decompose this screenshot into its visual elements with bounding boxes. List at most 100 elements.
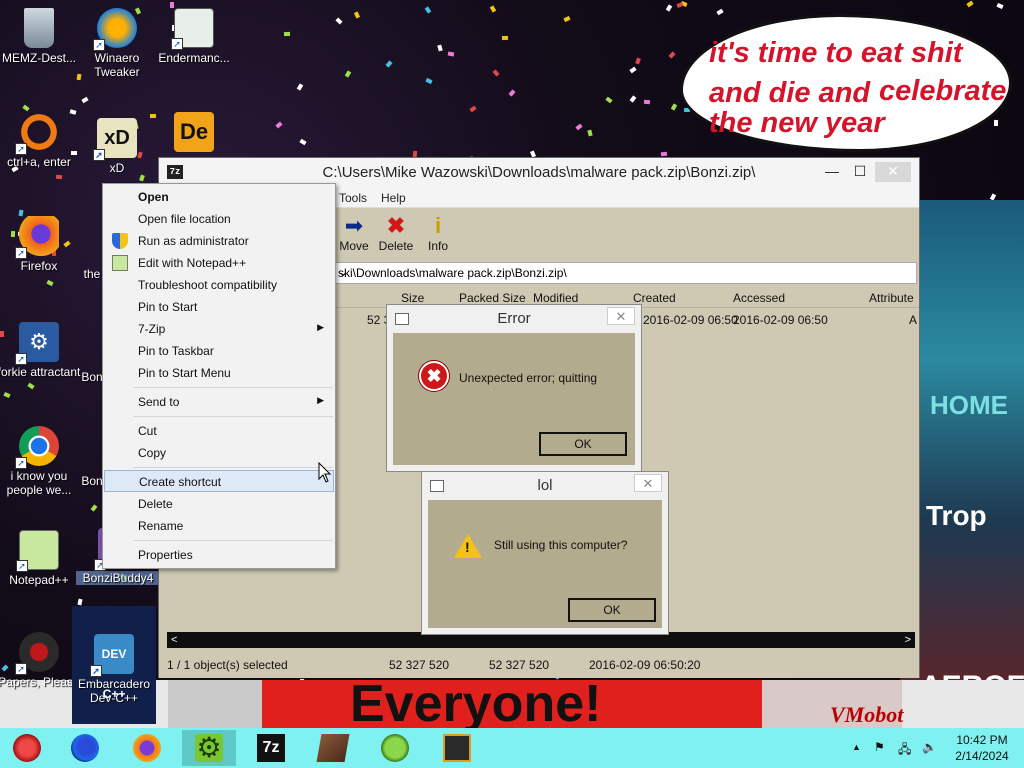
- gear-icon: ⚙: [195, 732, 223, 763]
- recycle-bin-icon: [24, 8, 54, 48]
- context-menu: Open Open file location Run as administr…: [102, 183, 336, 569]
- clock[interactable]: 10:42 PM 2/14/2024: [950, 732, 1014, 764]
- taskbar-firefox[interactable]: [58, 730, 112, 766]
- menu-item-pin-to-start-menu[interactable]: Pin to Start Menu: [104, 362, 334, 384]
- devcpp-icon: DEV C++ ➚: [90, 634, 134, 701]
- status-date: 2016-02-09 06:50:20: [589, 658, 701, 672]
- column-size[interactable]: Size: [401, 291, 424, 305]
- billboard-sign: Trop: [926, 500, 987, 531]
- orange-ring-icon: ➚: [15, 112, 59, 155]
- firefox-icon: [71, 734, 99, 762]
- column-modified[interactable]: Modified: [533, 291, 578, 305]
- column-created[interactable]: Created: [633, 291, 676, 305]
- menu-help[interactable]: Help: [381, 191, 406, 205]
- scroll-left-icon[interactable]: <: [171, 632, 177, 648]
- watermark-text: VMobot: [830, 702, 904, 727]
- firefox-alt-icon: [133, 734, 161, 762]
- firefox-icon: ➚: [15, 216, 59, 259]
- desktop-icon-xd[interactable]: xD ➚ xD: [75, 118, 159, 175]
- ok-button[interactable]: OK: [568, 598, 656, 622]
- network-icon[interactable]: 🖧: [898, 740, 911, 761]
- menu-tools[interactable]: Tools: [339, 191, 367, 205]
- dialog-title: Error: [497, 310, 531, 327]
- menu-item-open[interactable]: Open: [104, 186, 334, 208]
- volume-icon[interactable]: 🔈: [922, 740, 937, 754]
- taskbar-frog[interactable]: [368, 730, 422, 766]
- app-icon: De: [174, 112, 214, 152]
- desktop-icon-endermanch[interactable]: ➚ Endermanc...: [152, 8, 236, 65]
- flag-icon[interactable]: ⚑: [874, 740, 885, 754]
- mouse-cursor: [318, 462, 332, 483]
- menu-item-troubleshoot[interactable]: Troubleshoot compatibility: [104, 274, 334, 296]
- scroll-right-icon[interactable]: >: [905, 632, 911, 648]
- document-window-icon: ➚: [171, 8, 214, 50]
- taskbar-7zip[interactable]: 7z: [244, 730, 298, 766]
- maximize-button[interactable]: ☐: [845, 162, 875, 182]
- lol-dialog: lol ✕ ! Still using this computer? OK: [421, 471, 669, 635]
- notepadpp-icon: [112, 255, 128, 271]
- desktop-icon-forkie[interactable]: ⚙ ➚ forkie attractant: [0, 322, 81, 379]
- notepadpp-icon: ➚: [16, 530, 59, 572]
- menu-item-pin-to-start[interactable]: Pin to Start: [104, 296, 334, 318]
- ok-button[interactable]: OK: [539, 432, 627, 456]
- desktop-icon-chrome[interactable]: ➚ i know you people we...: [0, 426, 81, 497]
- menu-item-open-file-location[interactable]: Open file location: [104, 208, 334, 230]
- menu-item-cut[interactable]: Cut: [104, 420, 334, 442]
- frog-icon: [381, 734, 409, 762]
- desktop-icon-ctrl-a[interactable]: ➚ ctrl+a, enter: [0, 112, 81, 169]
- bubble-line-3: the new year: [709, 107, 885, 139]
- taskbar-book[interactable]: [306, 730, 360, 766]
- home-sign: HOME: [930, 390, 1008, 420]
- close-button[interactable]: ✕: [875, 162, 911, 182]
- taskbar-terminal[interactable]: [430, 730, 484, 766]
- error-dialog: Error ✕ ✖ Unexpected error; quitting OK: [386, 304, 642, 472]
- desktop-icon-winaero[interactable]: ➚ Winaero Tweaker: [75, 8, 159, 79]
- column-packed-size[interactable]: Packed Size: [459, 291, 526, 305]
- desktop-icon-memz[interactable]: MEMZ-Dest...: [0, 8, 81, 65]
- minimize-button[interactable]: —: [817, 162, 847, 182]
- bubble-line-1: it's time to eat shit: [709, 37, 963, 69]
- close-icon[interactable]: ✕: [634, 474, 662, 492]
- shield-icon: [112, 233, 128, 249]
- menu-item-create-shortcut[interactable]: Create shortcut: [104, 470, 334, 492]
- menu-separator: [133, 540, 333, 541]
- menu-item-rename[interactable]: Rename: [104, 515, 334, 537]
- tray-chevron-icon[interactable]: ▲: [852, 742, 861, 752]
- bubble-line-2b: celebrate: [879, 75, 1007, 107]
- column-accessed[interactable]: Accessed: [733, 291, 785, 305]
- banner-text: Everyone!: [350, 675, 602, 733]
- menu-item-delete[interactable]: Delete: [104, 493, 334, 515]
- speech-bubble: it's time to eat shit and die and celebr…: [680, 14, 1012, 152]
- clock-date: 2/14/2024: [955, 749, 1009, 763]
- start-button[interactable]: [0, 730, 50, 766]
- menu-item-run-as-admin[interactable]: Run as administrator: [104, 230, 334, 252]
- status-bar: 1 / 1 object(s) selected 52 327 520 52 3…: [159, 654, 919, 678]
- desktop-icon-notepadpp[interactable]: ➚ Notepad++: [0, 530, 81, 587]
- taskbar-firefox-alt[interactable]: [120, 730, 174, 766]
- book-icon: [316, 734, 350, 762]
- error-message: Unexpected error; quitting: [459, 371, 598, 385]
- close-icon[interactable]: ✕: [607, 307, 635, 325]
- dialog-title: lol: [537, 477, 553, 494]
- taskbar-settings[interactable]: ⚙: [182, 730, 236, 766]
- chevron-right-icon: ▶: [317, 395, 324, 405]
- terminal-icon: [443, 734, 471, 762]
- desktop-icon-papers-please[interactable]: ➚ Papers, Please: [0, 632, 81, 689]
- menu-item-copy[interactable]: Copy: [104, 442, 334, 464]
- error-icon: ✖: [419, 361, 449, 391]
- chevron-down-icon[interactable]: ⌄: [338, 265, 912, 279]
- desktop-icon-devcpp[interactable]: DEV C++➚ Embarcadero Dev-C++: [72, 606, 156, 724]
- menu-item-edit-notepadpp[interactable]: Edit with Notepad++: [104, 252, 334, 274]
- info-button[interactable]: i Info: [413, 213, 463, 253]
- desktop-icon-de[interactable]: De: [152, 112, 236, 155]
- desktop-icon-firefox[interactable]: ➚ Firefox: [0, 216, 81, 273]
- menu-item-send-to[interactable]: Send to ▶: [104, 391, 334, 413]
- menu-item-7zip[interactable]: 7-Zip ▶: [104, 318, 334, 340]
- bubble-line-2: and die and: [709, 77, 871, 109]
- menu-item-pin-to-taskbar[interactable]: Pin to Taskbar: [104, 340, 334, 362]
- status-size: 52 327 520: [389, 658, 450, 672]
- menu-item-properties[interactable]: Properties: [104, 544, 334, 566]
- status-selected: 1 / 1 object(s) selected: [167, 658, 288, 672]
- chevron-right-icon: ▶: [317, 322, 324, 332]
- column-attribute[interactable]: Attribute: [869, 291, 914, 305]
